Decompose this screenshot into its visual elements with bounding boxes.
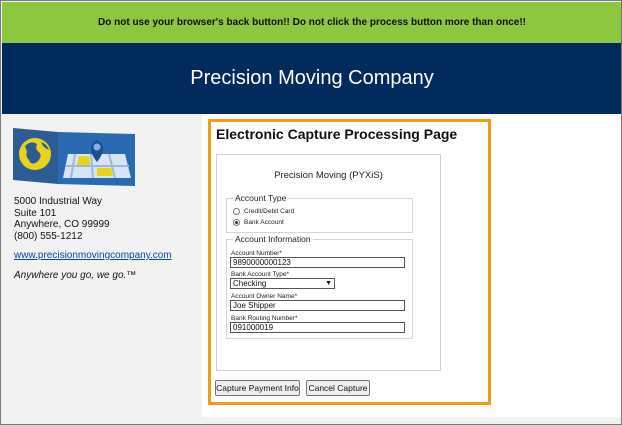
radio-label: Bank Account: [244, 219, 284, 226]
routing-number-input[interactable]: 091000019: [230, 322, 405, 333]
warning-banner: Do not use your browser's back button!! …: [2, 2, 621, 43]
company-address: 5000 Industrial Way Suite 101 Anywhere, …: [14, 196, 110, 242]
radio-label: Credit/Debit Card: [244, 208, 295, 215]
browser-frame: Do not use your browser's back button!! …: [0, 0, 622, 425]
radio-button[interactable]: [233, 208, 240, 215]
company-tagline: Anywhere you go, we go.™: [14, 270, 137, 281]
site-header: Precision Moving Company: [2, 43, 621, 114]
website-link[interactable]: www.precisionmovingcompany.com: [14, 250, 172, 261]
owner-name-label: Account Owner Name*: [231, 293, 298, 300]
owner-name-input[interactable]: Joe Shipper: [230, 300, 405, 311]
company-logo-icon: [13, 128, 135, 186]
radio-button-selected[interactable]: [233, 219, 240, 226]
payment-form: Precision Moving (PYXiS) Account Type Cr…: [216, 154, 441, 371]
address-line: Anywhere, CO 99999: [14, 219, 110, 230]
address-line: 5000 Industrial Way: [14, 196, 103, 207]
address-line: Suite 101: [14, 207, 57, 219]
bank-account-type-label: Bank Account Type*: [231, 271, 290, 278]
account-number-label: Account Number*: [231, 250, 282, 257]
bank-account-type-value: Checking: [233, 279, 267, 288]
radio-bank-account[interactable]: Bank Account: [233, 219, 284, 226]
account-number-input[interactable]: 9890000000123: [230, 257, 405, 268]
phone-number: (800) 555-1212: [14, 230, 83, 242]
sidebar: 5000 Industrial Way Suite 101 Anywhere, …: [2, 114, 202, 424]
page-title: Electronic Capture Processing Page: [216, 126, 458, 142]
routing-number-label: Bank Routing Number*: [231, 315, 298, 322]
form-title: Precision Moving (PYXiS): [274, 170, 383, 181]
chevron-down-icon: ▼: [325, 280, 332, 287]
cancel-capture-button[interactable]: Cancel Capture: [306, 380, 370, 396]
account-type-legend: Account Type: [233, 193, 289, 203]
account-info-legend: Account Information: [233, 234, 313, 244]
bank-account-type-select[interactable]: Checking ▼: [230, 278, 335, 289]
site-title: Precision Moving Company: [190, 67, 434, 89]
warning-text: Do not use your browser's back button!! …: [98, 17, 526, 28]
radio-credit-debit[interactable]: Credit/Debit Card: [233, 208, 294, 215]
account-information-fieldset: Account Information Account Number* 9890…: [226, 234, 413, 339]
account-type-fieldset: Account Type Credit/Debit Card Bank Acco…: [226, 193, 413, 233]
capture-payment-button[interactable]: Capture Payment Info: [215, 380, 300, 396]
